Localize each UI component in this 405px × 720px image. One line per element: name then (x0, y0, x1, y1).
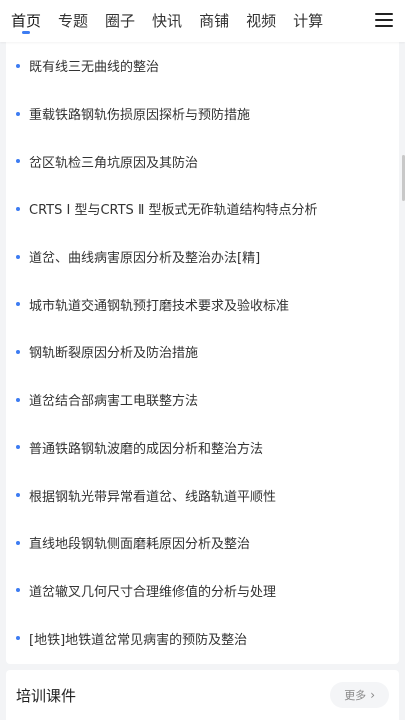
nav-item-label: 首页 (11, 12, 42, 30)
article-title: 直线地段钢轨侧面磨耗原因分析及整治 (29, 537, 251, 553)
bullet-dot-icon (16, 302, 20, 307)
article-title: [地铁]地铁道岔常见病害的预防及整治 (29, 632, 248, 648)
nav-item-calculate[interactable]: 计算 (293, 0, 323, 42)
nav-item-label: 圈子 (105, 12, 136, 30)
bullet-dot-icon (16, 588, 20, 593)
more-label: 更多 (344, 689, 367, 702)
nav-item-label: 视频 (246, 12, 277, 30)
section-header-training: 培训课件 更多 › (6, 670, 399, 720)
bullet-dot-icon (16, 349, 20, 354)
list-item[interactable]: 根据钢轨光带异常看道岔、线路轨道平顺性 (6, 471, 399, 519)
bullet-dot-icon (16, 493, 20, 498)
list-item[interactable]: 既有线三无曲线的整治 (6, 42, 399, 90)
more-button[interactable]: 更多 › (330, 682, 389, 708)
article-title: 普通铁路钢轨波磨的成因分析和整治方法 (29, 441, 264, 457)
list-item[interactable]: 重载铁路钢轨伤损原因探析与预防措施 (6, 90, 399, 138)
active-indicator (22, 31, 30, 34)
list-item[interactable]: 钢轨断裂原因分析及防治措施 (6, 328, 399, 376)
top-nav: 首页 专题 圈子 快讯 商铺 视频 计算 (0, 0, 405, 42)
nav-item-topics[interactable]: 专题 (58, 0, 88, 42)
nav-item-shops[interactable]: 商铺 (199, 0, 229, 42)
list-item[interactable]: 直线地段钢轨侧面磨耗原因分析及整治 (6, 519, 399, 567)
article-list: 既有线三无曲线的整治 重载铁路钢轨伤损原因探析与预防措施 岔区轨检三角坑原因及其… (6, 42, 399, 662)
article-title: 道岔结合部病害工电联整方法 (29, 394, 199, 410)
hamburger-menu-icon[interactable] (375, 12, 393, 28)
nav-item-label: 快讯 (152, 12, 183, 30)
menu-bar (375, 13, 393, 15)
list-item[interactable]: 道岔辙叉几何尺寸合理维修值的分析与处理 (6, 567, 399, 615)
article-title: 岔区轨检三角坑原因及其防治 (29, 155, 199, 171)
chevron-right-icon: › (370, 688, 375, 702)
article-title: 既有线三无曲线的整治 (29, 60, 160, 76)
list-item[interactable]: 道岔结合部病害工电联整方法 (6, 376, 399, 424)
bullet-dot-icon (16, 445, 20, 450)
bullet-dot-icon (16, 397, 20, 402)
article-title: 道岔辙叉几何尺寸合理维修值的分析与处理 (29, 584, 277, 600)
article-title: 城市轨道交通钢轨预打磨技术要求及验收标准 (29, 298, 290, 314)
list-item[interactable]: 岔区轨检三角坑原因及其防治 (6, 137, 399, 185)
nav-item-label: 商铺 (199, 12, 230, 30)
list-item[interactable]: 道岔、曲线病害原因分析及整治办法[精] (6, 233, 399, 281)
nav-item-label: 计算 (293, 12, 324, 30)
menu-bar (375, 25, 393, 27)
nav-item-news[interactable]: 快讯 (152, 0, 182, 42)
section-title: 培训课件 (16, 686, 77, 705)
list-item[interactable]: 普通铁路钢轨波磨的成因分析和整治方法 (6, 424, 399, 472)
article-title: 重载铁路钢轨伤损原因探析与预防措施 (29, 108, 251, 124)
list-item[interactable]: 城市轨道交通钢轨预打磨技术要求及验收标准 (6, 280, 399, 328)
bullet-dot-icon (16, 636, 20, 641)
article-title: CRTS Ⅰ 型与CRTS Ⅱ 型板式无砟轨道结构特点分析 (29, 203, 318, 219)
bullet-dot-icon (16, 206, 20, 211)
list-item[interactable]: [地铁]地铁道岔常见病害的预防及整治 (6, 614, 399, 662)
menu-bar (375, 19, 393, 21)
bullet-dot-icon (16, 159, 20, 164)
nav-item-circles[interactable]: 圈子 (105, 0, 135, 42)
article-title: 根据钢轨光带异常看道岔、线路轨道平顺性 (29, 489, 277, 505)
nav-item-home[interactable]: 首页 (11, 0, 41, 42)
bullet-dot-icon (16, 63, 20, 68)
list-item[interactable]: CRTS Ⅰ 型与CRTS Ⅱ 型板式无砟轨道结构特点分析 (6, 185, 399, 233)
nav-item-label: 专题 (58, 12, 89, 30)
bullet-dot-icon (16, 540, 20, 545)
article-title: 钢轨断裂原因分析及防治措施 (29, 346, 199, 362)
nav-item-videos[interactable]: 视频 (246, 0, 276, 42)
bullet-dot-icon (16, 254, 20, 259)
bullet-dot-icon (16, 111, 20, 116)
article-list-card: 既有线三无曲线的整治 重载铁路钢轨伤损原因探析与预防措施 岔区轨检三角坑原因及其… (6, 42, 399, 664)
article-title: 道岔、曲线病害原因分析及整治办法[精] (29, 251, 261, 267)
